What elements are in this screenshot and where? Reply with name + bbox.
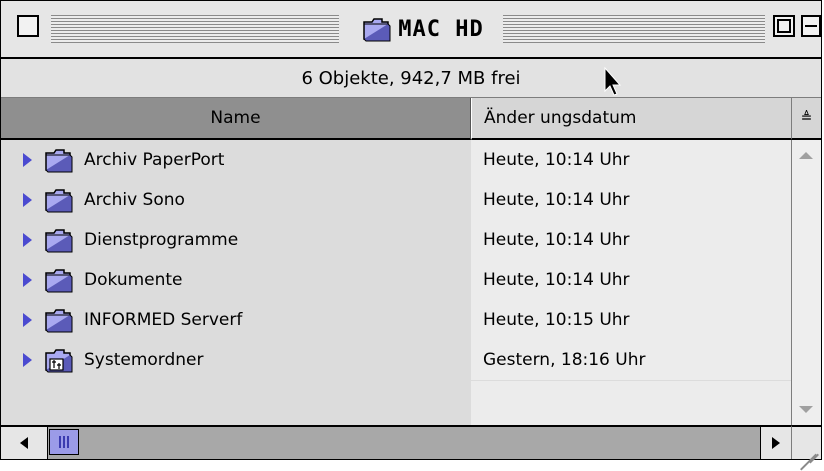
name-cell[interactable]: Dienstprogramme [1,220,471,260]
mouse-pointer-icon [604,67,622,96]
item-name: Dienstprogramme [84,230,239,250]
item-name: Archiv PaperPort [84,150,225,170]
disclosure-triangle-icon[interactable] [23,193,32,207]
title-bar-stripes [51,15,339,43]
date-cell: Heute, 10:15 Uhr [471,300,791,340]
name-cell[interactable]: INFORMED Serverf [1,300,471,340]
window-info-bar: 6 Objekte, 942,7 MB frei [1,59,821,98]
disclosure-triangle-icon[interactable] [23,273,32,287]
list-item[interactable]: Dokumente Heute, 10:14 Uhr [1,260,791,300]
item-name: Systemordner [84,350,204,370]
horizontal-scroll-thumb[interactable] [49,429,79,455]
title-bar-stripes [503,15,765,43]
column-header-date[interactable]: Änder ungsdatum [471,98,791,140]
items-free-space-text: 6 Objekte, 942,7 MB frei [301,67,521,89]
list-item[interactable]: Systemordner Gestern, 18:16 Uhr [1,340,791,380]
system-folder-icon [45,349,73,373]
name-cell[interactable]: Archiv Sono [1,180,471,220]
folder-icon [45,229,73,253]
list-item[interactable]: Archiv PaperPort Heute, 10:14 Uhr [1,140,791,180]
date-cell: Gestern, 18:16 Uhr [471,340,791,380]
disclosure-triangle-icon[interactable] [23,233,32,247]
close-box[interactable] [17,15,39,37]
item-date: Heute, 10:14 Uhr [483,270,630,290]
item-name: Dokumente [84,270,183,290]
vertical-scrollbar[interactable] [791,140,821,425]
list-item[interactable]: INFORMED Serverf Heute, 10:15 Uhr [1,300,791,340]
sort-direction-button[interactable]: ≜ [791,98,821,140]
zoom-box[interactable] [773,15,795,37]
sort-direction-icon: ≜ [800,110,813,126]
scroll-down-arrow-icon[interactable] [799,406,813,413]
column-header-name-label: Name [210,108,261,128]
name-cell[interactable]: Archiv PaperPort [1,140,471,180]
folder-icon [45,149,73,173]
title-bar[interactable]: MAC HD [1,1,821,59]
collapse-box[interactable] [801,15,821,37]
folder-icon [45,309,73,333]
list-empty-area [471,381,791,425]
list-empty-area [1,381,471,425]
date-cell: Heute, 10:14 Uhr [471,140,791,180]
name-cell[interactable]: Systemordner [1,340,471,380]
name-cell[interactable]: Dokumente [1,260,471,300]
disclosure-triangle-icon[interactable] [23,313,32,327]
disclosure-triangle-icon[interactable] [23,353,32,367]
window-title-text: MAC HD [398,16,484,42]
item-name: Archiv Sono [84,190,185,210]
column-header-name[interactable]: Name [1,98,471,140]
list-item[interactable]: Dienstprogramme Heute, 10:14 Uhr [1,220,791,260]
horizontal-scrollbar[interactable] [1,425,791,459]
folder-icon [45,269,73,293]
disclosure-triangle-icon[interactable] [23,153,32,167]
item-date: Heute, 10:14 Uhr [483,150,630,170]
column-header-date-label: Änder ungsdatum [484,108,637,128]
date-cell: Heute, 10:14 Uhr [471,220,791,260]
date-cell: Heute, 10:14 Uhr [471,260,791,300]
scroll-left-arrow-icon[interactable] [1,427,48,459]
date-cell: Heute, 10:14 Uhr [471,180,791,220]
scroll-up-arrow-icon[interactable] [799,152,813,159]
scroll-right-arrow-icon[interactable] [760,427,791,459]
resize-grow-box[interactable] [791,425,821,459]
item-date: Heute, 10:14 Uhr [483,230,630,250]
window-title: MAC HD [345,11,501,47]
finder-window: MAC HD 6 Objekte, 942,7 MB frei Name Änd… [0,0,822,460]
folder-icon [363,18,391,42]
folder-icon [45,189,73,213]
list-item[interactable]: Archiv Sono Heute, 10:14 Uhr [1,180,791,220]
item-name: INFORMED Serverf [84,310,243,330]
file-list: Archiv PaperPort Heute, 10:14 Uhr Archiv… [1,140,791,421]
item-date: Heute, 10:14 Uhr [483,190,630,210]
item-date: Gestern, 18:16 Uhr [483,350,646,370]
item-date: Heute, 10:15 Uhr [483,310,630,330]
